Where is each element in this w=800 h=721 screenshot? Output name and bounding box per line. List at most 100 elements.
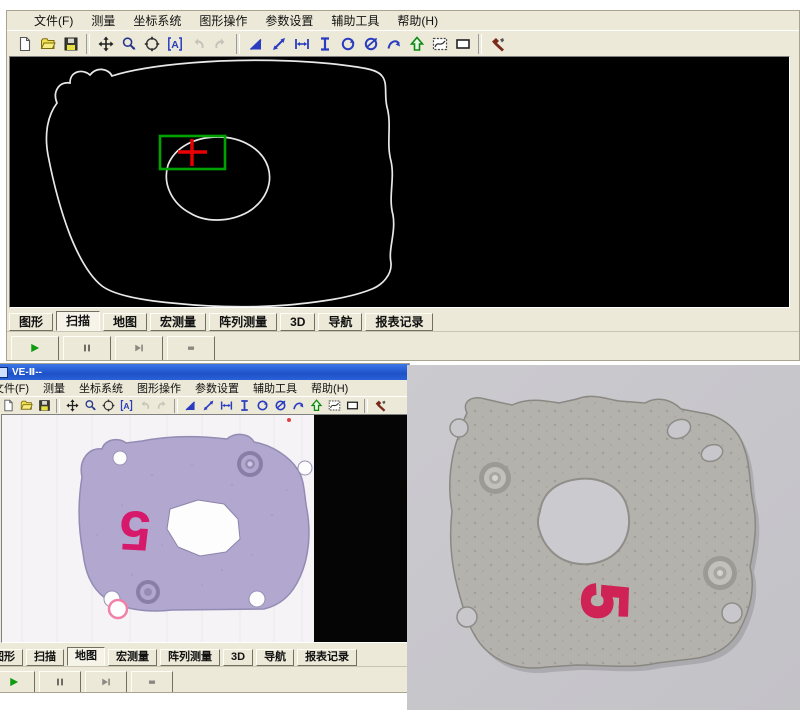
tab-macro-measure[interactable]: 宏测量: [108, 649, 157, 666]
undo-icon: [135, 398, 153, 414]
window-title-bar[interactable]: VE-Ⅱ--: [0, 364, 409, 380]
new-file-icon[interactable]: [13, 33, 36, 54]
scan-red-dot: [287, 418, 291, 422]
rotate-cw-icon[interactable]: [336, 33, 359, 54]
menu-measure[interactable]: 测量: [82, 12, 124, 29]
menu-coordinate-system[interactable]: 坐标系统: [124, 12, 190, 29]
fit-view-icon[interactable]: [140, 33, 163, 54]
move-up-icon[interactable]: [405, 33, 428, 54]
window-title: VE-Ⅱ--: [12, 367, 42, 378]
menu-auxiliary-tools[interactable]: 辅助工具: [322, 12, 388, 29]
move-up-icon[interactable]: [307, 398, 325, 414]
menu-help[interactable]: 帮助(H): [304, 380, 355, 396]
menu-auxiliary-tools[interactable]: 辅助工具: [246, 380, 304, 396]
menu-measure[interactable]: 测量: [36, 380, 72, 396]
tab-navigation[interactable]: 导航: [256, 649, 294, 666]
menu-file[interactable]: 文件(F): [25, 12, 82, 29]
tools-icon[interactable]: [486, 33, 509, 54]
new-file-icon[interactable]: [0, 398, 17, 414]
menu-bar: 文件(F)测量坐标系统图形操作参数设置辅助工具帮助(H): [7, 11, 799, 30]
pan-move-icon[interactable]: [94, 33, 117, 54]
camera-scan-canvas[interactable]: 5: [1, 414, 410, 643]
zoom-select-icon[interactable]: [81, 398, 99, 414]
angle-measure-icon[interactable]: [181, 398, 199, 414]
view-tabs: 图形扫描地图宏测量阵列测量3D导航报表记录: [7, 308, 799, 331]
tab-report-log[interactable]: 报表记录: [365, 313, 433, 331]
pause-button[interactable]: [39, 671, 81, 694]
tab-3d[interactable]: 3D: [223, 649, 253, 666]
part-photo: 5: [407, 365, 800, 710]
playback-bar: [0, 666, 409, 693]
menu-graphic-operations[interactable]: 图形操作: [130, 380, 188, 396]
tab-3d[interactable]: 3D: [280, 313, 315, 331]
tab-scan[interactable]: 扫描: [26, 649, 64, 666]
toolbar: [0, 396, 409, 414]
menu-help[interactable]: 帮助(H): [388, 12, 447, 29]
rect-tool-icon[interactable]: [451, 33, 474, 54]
curve-box-icon[interactable]: [428, 33, 451, 54]
auto-focus-icon[interactable]: [163, 33, 186, 54]
rotate-ccw-icon[interactable]: [359, 33, 382, 54]
tab-navigation[interactable]: 导航: [318, 313, 362, 331]
menu-graphic-operations[interactable]: 图形操作: [190, 12, 256, 29]
part-mark-photo: 5: [568, 582, 641, 620]
play-button[interactable]: [11, 336, 59, 361]
tab-map[interactable]: 地图: [103, 313, 147, 331]
arc-tool-icon[interactable]: [382, 33, 405, 54]
step-button[interactable]: [115, 336, 163, 361]
graphics-canvas[interactable]: [9, 56, 790, 308]
rotate-ccw-icon[interactable]: [271, 398, 289, 414]
stop-button[interactable]: [167, 336, 215, 361]
toolbar-separator: [364, 399, 368, 413]
tab-map[interactable]: 地图: [67, 647, 105, 666]
diagonal-arrows-icon[interactable]: [199, 398, 217, 414]
fit-view-icon[interactable]: [99, 398, 117, 414]
tab-graphics[interactable]: 图形: [9, 313, 53, 331]
scan-view: 5: [2, 415, 410, 642]
pan-move-icon[interactable]: [63, 398, 81, 414]
menu-file[interactable]: 文件(F): [0, 380, 36, 396]
rect-tool-icon[interactable]: [343, 398, 361, 414]
horizontal-distance-icon[interactable]: [217, 398, 235, 414]
open-folder-icon[interactable]: [17, 398, 35, 414]
tab-scan[interactable]: 扫描: [56, 311, 100, 331]
pause-button[interactable]: [63, 336, 111, 361]
menu-parameter-settings[interactable]: 参数设置: [188, 380, 246, 396]
tab-array-measure[interactable]: 阵列测量: [160, 649, 220, 666]
tab-macro-measure[interactable]: 宏测量: [150, 313, 206, 331]
toolbar-separator: [174, 399, 178, 413]
save-icon[interactable]: [59, 33, 82, 54]
open-folder-icon[interactable]: [36, 33, 59, 54]
photo-rivet-bottom-right: [703, 556, 737, 590]
contour-view: [10, 57, 789, 307]
horizontal-distance-icon[interactable]: [290, 33, 313, 54]
save-icon[interactable]: [35, 398, 53, 414]
scan-glare-spot: [109, 600, 127, 618]
photo-center-hole: [538, 479, 629, 565]
play-button[interactable]: [0, 671, 35, 694]
scan-black-strip: [314, 415, 410, 642]
photo-rivet-upper-left: [479, 462, 511, 494]
tab-report-log[interactable]: 报表记录: [297, 649, 357, 666]
curve-box-icon[interactable]: [325, 398, 343, 414]
angle-measure-icon[interactable]: [244, 33, 267, 54]
playback-bar: [7, 331, 799, 361]
undo-icon: [186, 33, 209, 54]
stop-button[interactable]: [131, 671, 173, 694]
tools-icon[interactable]: [371, 398, 389, 414]
diagonal-arrows-icon[interactable]: [267, 33, 290, 54]
zoom-select-icon[interactable]: [117, 33, 140, 54]
tab-array-measure[interactable]: 阵列测量: [209, 313, 277, 331]
menu-coordinate-system[interactable]: 坐标系统: [72, 380, 130, 396]
vertical-distance-icon[interactable]: [235, 398, 253, 414]
redo-icon: [153, 398, 171, 414]
menu-parameter-settings[interactable]: 参数设置: [256, 12, 322, 29]
tab-graphics[interactable]: 图形: [0, 649, 23, 666]
arc-tool-icon[interactable]: [289, 398, 307, 414]
canvas-background: [10, 57, 789, 307]
toolbar-separator: [478, 34, 482, 54]
vertical-distance-icon[interactable]: [313, 33, 336, 54]
step-button[interactable]: [85, 671, 127, 694]
rotate-cw-icon[interactable]: [253, 398, 271, 414]
auto-focus-icon[interactable]: [117, 398, 135, 414]
